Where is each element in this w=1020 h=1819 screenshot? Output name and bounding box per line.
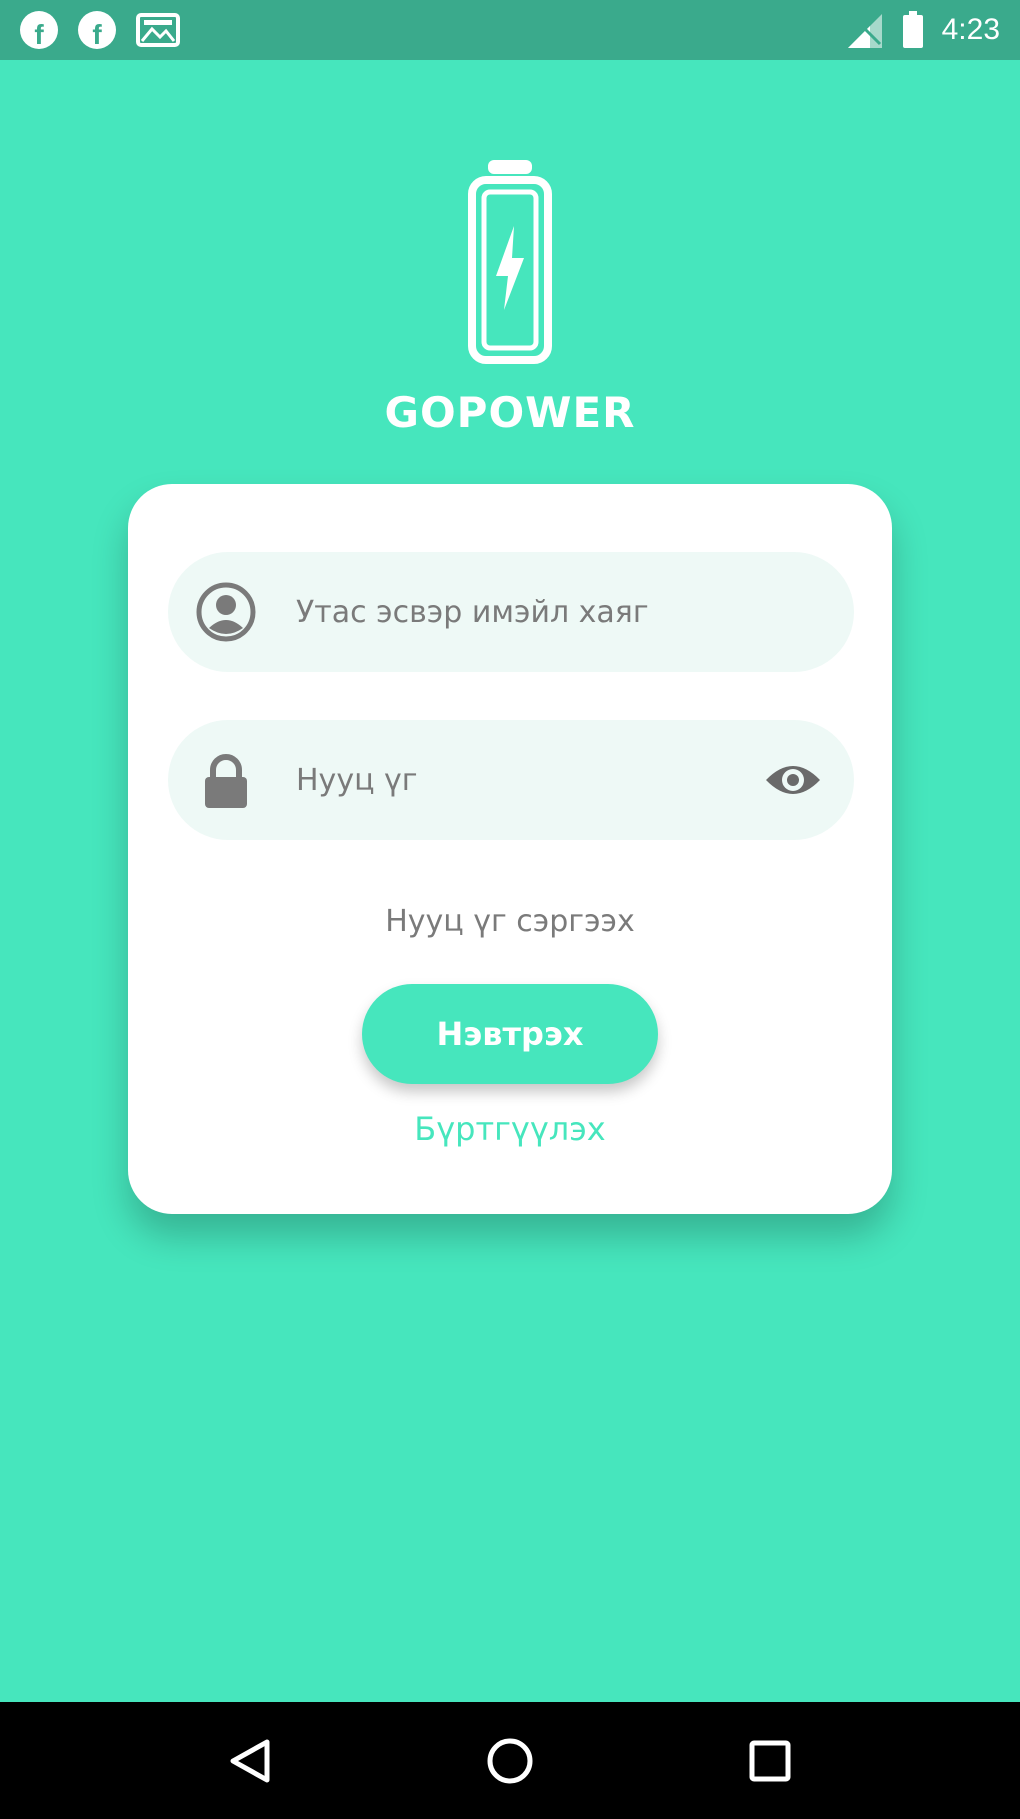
lock-icon <box>205 754 247 808</box>
username-input[interactable] <box>296 594 826 630</box>
home-icon <box>487 1738 533 1783</box>
recents-icon <box>749 1740 791 1781</box>
battery-bolt-icon <box>468 160 552 364</box>
status-time: 4:23 <box>941 13 1000 46</box>
login-button[interactable]: Нэвтрэх <box>362 984 658 1084</box>
facebook-icon: f <box>78 11 116 49</box>
back-button[interactable] <box>210 1721 290 1801</box>
status-bar: f f 4:23 <box>0 0 1020 60</box>
signal-icon <box>847 12 882 48</box>
navigation-bar <box>0 1702 1020 1819</box>
battery-icon <box>902 11 923 48</box>
password-field[interactable] <box>168 720 854 840</box>
home-button[interactable] <box>470 1721 550 1801</box>
recents-button[interactable] <box>730 1721 810 1801</box>
eye-icon[interactable] <box>764 760 822 800</box>
password-input[interactable] <box>296 762 764 798</box>
notification-icons: f f <box>20 11 180 49</box>
account-icon <box>196 582 256 642</box>
login-card: Нууц үг сэргээх Нэвтрэх Бүртгүүлэх <box>128 484 892 1214</box>
gallery-icon <box>136 13 180 47</box>
username-field[interactable] <box>168 552 854 672</box>
app-name: GOPOWER <box>384 388 636 437</box>
system-icons: 4:23 <box>844 10 1000 50</box>
facebook-icon: f <box>20 11 58 49</box>
back-icon <box>230 1739 270 1782</box>
register-link[interactable]: Бүртгүүлэх <box>128 1110 892 1148</box>
forgot-password-link[interactable]: Нууц үг сэргээх <box>128 904 892 939</box>
